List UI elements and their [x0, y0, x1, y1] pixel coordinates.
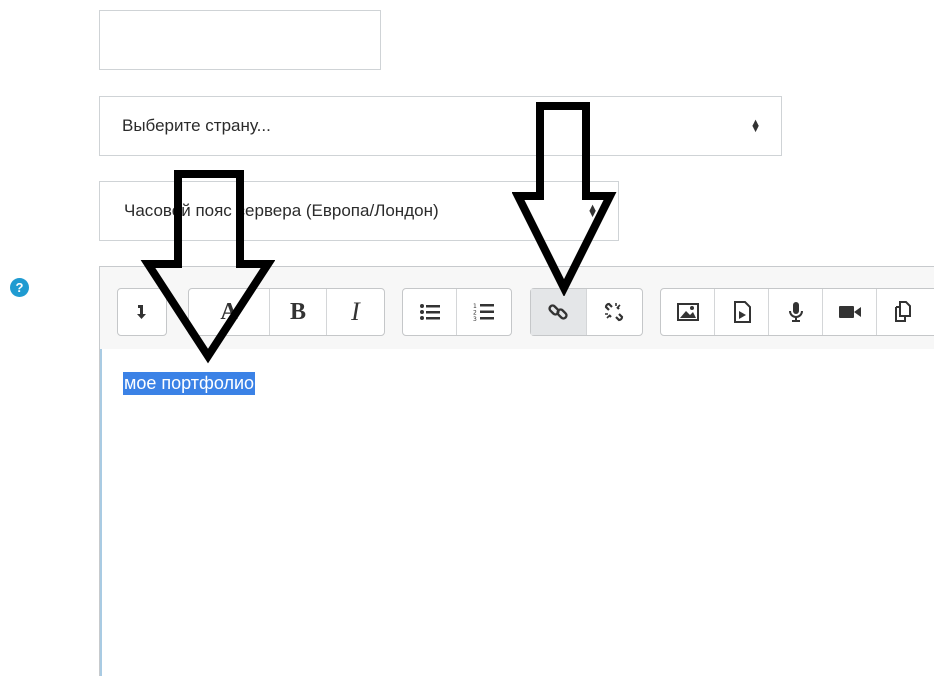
- country-select-value: Выберите страну...: [122, 116, 271, 135]
- toolbar-group-media: [660, 288, 934, 336]
- record-audio-icon[interactable]: [769, 289, 823, 335]
- italic-icon[interactable]: I: [327, 289, 384, 335]
- timezone-select-value: Часовой пояс сервера (Европа/Лондон): [124, 201, 439, 220]
- svg-text:3: 3: [473, 316, 477, 322]
- manage-files-icon[interactable]: [877, 289, 931, 335]
- unlink-icon[interactable]: [587, 289, 643, 335]
- toolbar-group-links: [530, 288, 643, 336]
- toolbar-group-lists: 1 2 3: [402, 288, 512, 336]
- toolbar-group-format: A B I: [188, 288, 385, 336]
- select-caret-icon: ▲ ▼: [750, 117, 761, 135]
- text-style-glyph: A: [220, 298, 238, 325]
- rich-text-editor: A B I 1 2 3 мое портфолио: [99, 266, 934, 676]
- country-select[interactable]: Выберите страну... ▲ ▼: [99, 96, 782, 156]
- select-caret-icon: ▲ ▼: [587, 202, 598, 220]
- editor-content-area[interactable]: мое портфолио: [100, 349, 934, 676]
- unordered-list-icon[interactable]: [403, 289, 458, 335]
- collapse-toggle-icon[interactable]: [118, 289, 166, 335]
- link-icon[interactable]: [531, 289, 587, 335]
- record-video-icon[interactable]: [823, 289, 877, 335]
- selected-text: мое портфолио: [123, 372, 256, 395]
- text-style-icon[interactable]: A: [189, 289, 270, 335]
- toolbar-group-collapse: [117, 288, 167, 336]
- media-icon[interactable]: [715, 289, 769, 335]
- ordered-list-icon[interactable]: 1 2 3: [457, 289, 511, 335]
- bold-glyph: B: [289, 298, 306, 325]
- image-icon[interactable]: [661, 289, 715, 335]
- timezone-select[interactable]: Часовой пояс сервера (Европа/Лондон) ▲ ▼: [99, 181, 619, 241]
- question-circle-icon[interactable]: ?: [10, 278, 29, 297]
- bold-icon[interactable]: B: [270, 289, 327, 335]
- text-field[interactable]: [99, 10, 381, 70]
- italic-glyph: I: [351, 297, 360, 326]
- editor-toolbar: A B I 1 2 3: [100, 267, 934, 352]
